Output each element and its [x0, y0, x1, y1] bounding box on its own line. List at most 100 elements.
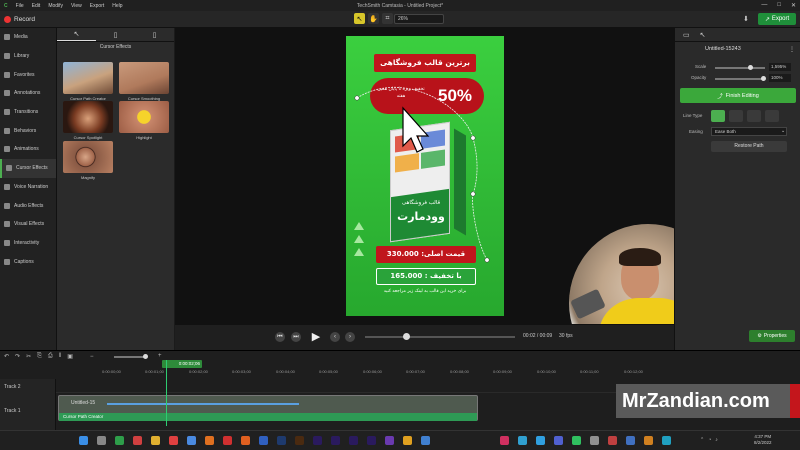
scale-value[interactable]: 1,595% [769, 63, 791, 71]
photoshop-icon[interactable] [277, 436, 286, 445]
app-icon[interactable] [662, 436, 671, 445]
volume-icon[interactable]: ♪ [715, 437, 718, 443]
sidebar-item-behaviors[interactable]: Behaviors [0, 121, 56, 140]
sidebar-item-interactivity[interactable]: Interactivity [0, 234, 56, 253]
scrub-handle[interactable] [403, 333, 410, 340]
opacity-slider-handle[interactable] [761, 76, 766, 81]
scale-slider-handle[interactable] [748, 65, 753, 70]
preview-canvas[interactable]: برترین قالب فروشگاهی 50% تخفیف ویژه تا پ… [175, 28, 727, 382]
close-button[interactable]: ✕ [791, 2, 796, 9]
zoom-out-icon[interactable]: − [90, 354, 94, 360]
app-icon[interactable] [500, 436, 509, 445]
app-icon[interactable] [590, 436, 599, 445]
properties-button[interactable]: ⚙ Properties [749, 330, 795, 342]
pan-tool-icon[interactable]: ✋ [368, 13, 379, 24]
camtasia-icon[interactable] [115, 436, 124, 445]
app-icon[interactable] [608, 436, 617, 445]
app-icon[interactable] [133, 436, 142, 445]
folder-icon[interactable] [151, 436, 160, 445]
tab-left-click-icon[interactable]: ▯ [96, 28, 135, 41]
app-icon[interactable] [626, 436, 635, 445]
sidebar-item-favorites[interactable]: Favorites [0, 65, 56, 84]
tab-right-click-icon[interactable]: ▯ [135, 28, 174, 41]
line-type-wave-icon[interactable] [747, 110, 761, 122]
effect-thumb-highlight[interactable] [119, 101, 169, 133]
wifi-icon[interactable]: ◔ [708, 437, 711, 443]
after-effects-icon[interactable] [331, 436, 340, 445]
line-type-loop-icon[interactable] [765, 110, 779, 122]
app-icon[interactable] [554, 436, 563, 445]
finish-editing-button[interactable]: ⤴ Finish Editing [680, 88, 796, 103]
telegram-icon[interactable] [536, 436, 545, 445]
timeline-zoom-handle[interactable] [143, 354, 148, 359]
media-encoder-icon[interactable] [349, 436, 358, 445]
sidebar-item-visual-effects[interactable]: Visual Effects [0, 215, 56, 234]
visual-properties-icon[interactable]: ▭ [683, 31, 690, 39]
system-tray[interactable]: ⌃ ◔ ♪ [700, 437, 718, 443]
whatsapp-icon[interactable] [572, 436, 581, 445]
sidebar-item-cursor-effects[interactable]: Cursor Effects [0, 158, 56, 178]
sidebar-item-annotations[interactable]: Annotations [0, 84, 56, 103]
time-ruler[interactable]: 0:00:00;00 0:00:01;00 0:00:02;00 0:00:03… [56, 369, 796, 379]
sidebar-item-animations[interactable]: Animations [0, 140, 56, 159]
export-button[interactable]: ↗ Export [758, 13, 796, 25]
firefox-icon[interactable] [205, 436, 214, 445]
app-icon[interactable] [518, 436, 527, 445]
premiere-icon[interactable] [313, 436, 322, 445]
paste-icon[interactable]: ⎙ [48, 353, 53, 360]
split-icon[interactable]: ‖ [59, 353, 61, 360]
crop-tool-icon[interactable]: ⌗ [382, 13, 393, 24]
media-clip[interactable]: Untitled-15 Cursor Path Creator [58, 395, 478, 421]
redo-icon[interactable]: ↷ [15, 353, 20, 360]
playhead-time[interactable]: 0:00:02;06 [162, 360, 202, 368]
app-icon[interactable] [421, 436, 430, 445]
zoom-in-icon[interactable]: + [158, 353, 162, 359]
undo-icon[interactable]: ↶ [4, 353, 9, 360]
search-icon[interactable] [97, 436, 106, 445]
app-icon[interactable] [259, 436, 268, 445]
play-button[interactable]: ▶ [309, 330, 323, 344]
sidebar-item-voice-narration[interactable]: Voice Narration [0, 178, 56, 197]
zoom-select[interactable]: 26% [394, 14, 444, 24]
cut-icon[interactable]: ✂ [26, 353, 31, 360]
opacity-value[interactable]: 100% [769, 74, 791, 82]
minimize-button[interactable]: — [761, 2, 767, 9]
easing-select[interactable]: Ease Both [711, 127, 787, 136]
line-type-curve-icon[interactable] [711, 110, 725, 122]
illustrator-icon[interactable] [295, 436, 304, 445]
menu-file[interactable]: File [12, 3, 28, 9]
sidebar-item-audio-effects[interactable]: Audio Effects [0, 196, 56, 215]
sidebar-item-captions[interactable]: Captions [0, 252, 56, 271]
menu-help[interactable]: Help [108, 3, 126, 9]
opera-icon[interactable] [223, 436, 232, 445]
more-options-icon[interactable]: ⋮ [789, 46, 795, 53]
copy-icon[interactable]: ⎘ [37, 353, 42, 360]
edge-icon[interactable] [187, 436, 196, 445]
line-type-arc-icon[interactable] [729, 110, 743, 122]
app-icon[interactable] [644, 436, 653, 445]
prev-marker-button[interactable]: ‹ [330, 332, 340, 342]
scrub-track[interactable] [365, 336, 515, 338]
effect-thumb-cursor-smoothing[interactable] [119, 62, 169, 94]
chevron-up-icon[interactable]: ⌃ [700, 437, 704, 443]
restore-path-button[interactable]: Restore Path [711, 141, 787, 152]
next-marker-button[interactable]: › [345, 332, 355, 342]
record-button[interactable]: Record [4, 13, 35, 25]
timeline-zoom-slider[interactable] [114, 356, 146, 358]
scale-slider[interactable] [715, 67, 765, 69]
menu-modify[interactable]: Modify [44, 3, 67, 9]
tab-cursor-icon[interactable]: ↖ [57, 28, 96, 41]
audition-icon[interactable] [367, 436, 376, 445]
cursor-properties-icon[interactable]: ↖ [700, 31, 706, 39]
cursor-effect-bar[interactable]: Cursor Path Creator [59, 413, 477, 421]
effect-thumb-magnify[interactable] [63, 141, 113, 173]
menu-edit[interactable]: Edit [28, 3, 45, 9]
menu-view[interactable]: View [67, 3, 86, 9]
maximize-button[interactable]: □ [777, 2, 781, 9]
menu-export[interactable]: Export [86, 3, 108, 9]
browser-icon[interactable] [169, 436, 178, 445]
app-icon[interactable] [385, 436, 394, 445]
effect-thumb-cursor-path-creator[interactable] [63, 62, 113, 94]
taskbar-clock[interactable]: 4:37 PM 8/2/2022 [754, 434, 772, 446]
sidebar-item-transitions[interactable]: Transitions [0, 103, 56, 122]
